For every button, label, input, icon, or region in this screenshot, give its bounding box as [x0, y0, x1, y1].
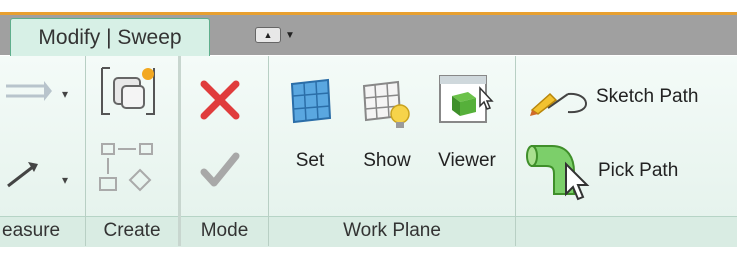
- panel-label-mode: Mode: [200, 220, 249, 241]
- finish-edit-mode-icon[interactable]: [198, 150, 242, 190]
- svg-text:▾: ▾: [62, 87, 68, 101]
- panel-separator: [515, 56, 516, 246]
- panel-label-create: Create: [103, 220, 161, 241]
- bottom-strip: [0, 247, 737, 253]
- set-button-label[interactable]: Set: [282, 150, 338, 172]
- sketch-path-label[interactable]: Sketch Path: [596, 86, 736, 108]
- cancel-edit-mode-icon[interactable]: [198, 78, 242, 122]
- dimension-icon[interactable]: ▾: [4, 160, 74, 190]
- viewer-button-label[interactable]: Viewer: [430, 150, 504, 172]
- dropdown-arrow-icon[interactable]: ▼: [285, 30, 295, 41]
- viewer-icon[interactable]: [436, 72, 496, 130]
- tab-modify-sweep[interactable]: Modify | Sweep: [10, 18, 210, 57]
- panel-label-measure: easure: [2, 220, 61, 241]
- quick-access-toolbar[interactable]: ▲ ▼: [255, 25, 295, 45]
- show-button-label[interactable]: Show: [352, 150, 422, 172]
- set-work-plane-icon[interactable]: [282, 76, 338, 128]
- panel-label-work-plane: Work Plane: [343, 220, 441, 241]
- pick-path-icon[interactable]: [524, 136, 596, 204]
- create-group-icon[interactable]: [96, 64, 162, 120]
- panel-toggle-icon[interactable]: ▲: [255, 27, 281, 43]
- create-similar-icon[interactable]: [96, 140, 162, 200]
- pick-path-label[interactable]: Pick Path: [598, 160, 728, 182]
- sketch-path-icon[interactable]: [528, 80, 594, 116]
- show-work-plane-icon[interactable]: [358, 76, 414, 132]
- measure-icon[interactable]: ▾: [4, 78, 74, 108]
- svg-text:▾: ▾: [62, 173, 68, 187]
